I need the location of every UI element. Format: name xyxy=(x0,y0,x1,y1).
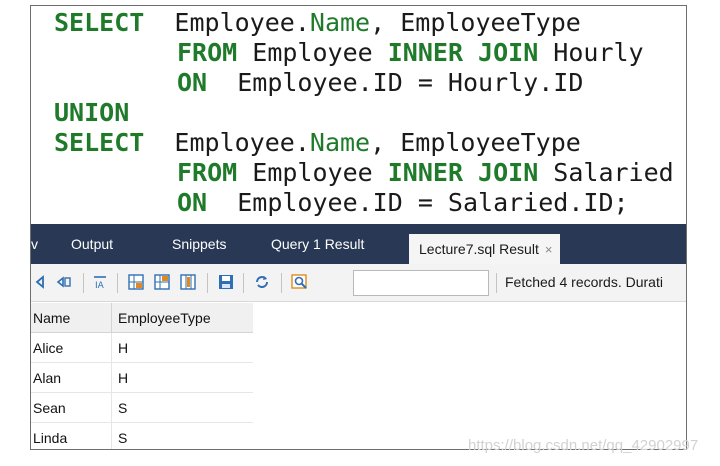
find-icon[interactable] xyxy=(291,273,309,291)
status-text: Fetched 4 records. Durati xyxy=(505,274,663,290)
cell-name[interactable]: Alice xyxy=(33,333,109,363)
sql-editor[interactable]: SELECT Employee.Name, EmployeeType FROM … xyxy=(31,6,686,224)
result-grid: Name EmployeeType Alice H Alan H Sean S … xyxy=(31,303,253,449)
sql-line: SELECT Employee.Name, EmployeeType xyxy=(54,128,581,157)
sql-keyword: UNION xyxy=(54,98,130,127)
grid-delete-icon[interactable] xyxy=(179,273,197,291)
sql-keyword: ON xyxy=(177,68,208,97)
grid-edit-icon[interactable] xyxy=(127,273,145,291)
grid-insert-icon[interactable] xyxy=(153,273,171,291)
sql-keyword: SELECT xyxy=(54,128,145,157)
sql-keyword: FROM xyxy=(177,158,238,187)
cell-employeetype[interactable]: H xyxy=(111,333,253,363)
sql-line: FROM Employee INNER JOIN Salaried xyxy=(177,158,674,187)
sql-keyword: INNER JOIN xyxy=(387,38,539,67)
sql-keyword: SELECT xyxy=(54,8,145,37)
column-header-employeetype[interactable]: EmployeeType xyxy=(111,303,253,333)
column-header-name[interactable]: Name xyxy=(33,303,109,333)
toolbar-divider xyxy=(281,273,282,293)
toolbar-divider xyxy=(207,273,208,293)
toolbar-divider xyxy=(83,273,84,293)
refresh-icon[interactable] xyxy=(253,273,271,291)
tab-snippets[interactable]: Snippets xyxy=(172,224,226,264)
cell-name[interactable]: Linda xyxy=(33,423,109,449)
grid-header: Name EmployeeType xyxy=(31,303,253,333)
cell-employeetype[interactable]: S xyxy=(111,423,253,449)
result-toolbar: IA Fetched 4 records. Durati xyxy=(31,264,686,302)
cell-employeetype[interactable]: S xyxy=(111,393,253,423)
result-tab-bar: v Output Snippets Query 1 Result Lecture… xyxy=(31,224,686,264)
tab-output[interactable]: Output xyxy=(71,224,113,264)
sql-line: ON Employee.ID = Salaried.ID; xyxy=(177,188,629,217)
tab-query-1-result[interactable]: Query 1 Result xyxy=(271,224,364,264)
cell-name[interactable]: Alan xyxy=(33,363,109,393)
cell-name[interactable]: Sean xyxy=(33,393,109,423)
toolbar-divider xyxy=(117,273,118,293)
sql-line: FROM Employee INNER JOIN Hourly xyxy=(177,38,644,67)
sql-line: UNION xyxy=(54,98,129,128)
previous-icon[interactable] xyxy=(32,273,50,291)
table-row[interactable]: Linda S xyxy=(31,423,253,449)
sql-keyword: INNER JOIN xyxy=(387,158,539,187)
save-icon[interactable] xyxy=(217,273,235,291)
sql-line: SELECT Employee.Name, EmployeeType xyxy=(54,8,581,37)
watermark: https://blog.csdn.net/qq_42902997 xyxy=(468,437,699,454)
tab-lecture7-result[interactable]: Lecture7.sql Result × xyxy=(409,234,561,264)
close-icon[interactable]: × xyxy=(545,242,553,257)
sql-keyword: FROM xyxy=(177,38,238,67)
tab-label: Lecture7.sql Result xyxy=(419,241,539,257)
app-window: SELECT Employee.Name, EmployeeType FROM … xyxy=(30,5,687,450)
table-row[interactable]: Sean S xyxy=(31,393,253,423)
sql-line: ON Employee.ID = Hourly.ID xyxy=(177,68,584,97)
svg-text:IA: IA xyxy=(95,281,105,291)
cell-employeetype[interactable]: H xyxy=(111,363,253,393)
toolbar-divider xyxy=(496,273,497,293)
table-row[interactable]: Alan H xyxy=(31,363,253,393)
wrap-cell-icon[interactable]: IA xyxy=(91,273,109,291)
table-row[interactable]: Alice H xyxy=(31,333,253,363)
sql-keyword: ON xyxy=(177,188,208,217)
tab-partial[interactable]: v xyxy=(31,224,38,264)
export-icon[interactable] xyxy=(55,273,73,291)
toolbar-divider xyxy=(243,273,244,293)
search-input[interactable] xyxy=(353,270,489,296)
